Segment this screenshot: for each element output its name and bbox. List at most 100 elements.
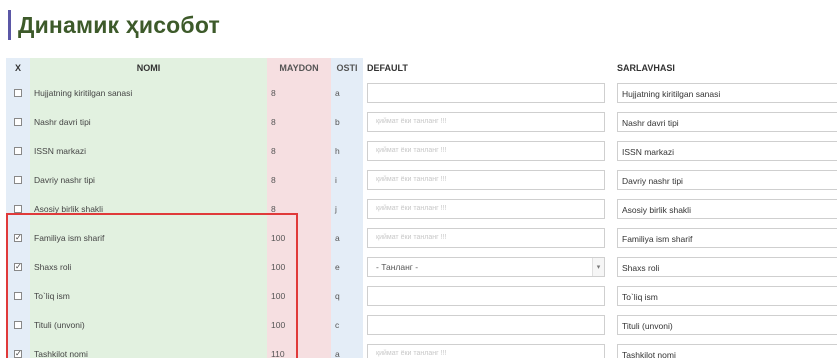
field-name: ISSN markazi bbox=[30, 136, 267, 165]
sarlavha-cell: Familiya ism sharif bbox=[613, 223, 837, 252]
row-checkbox-cell bbox=[6, 339, 30, 358]
default-value-input[interactable]: қиймат ёки танланг !!! bbox=[367, 169, 605, 190]
sarlavha-input[interactable]: To`liq ism bbox=[617, 285, 837, 306]
sarlavha-cell: Shaxs roli bbox=[613, 252, 837, 281]
field-name: Tituli (unvoni) bbox=[30, 310, 267, 339]
sarlavha-input[interactable]: Tituli (unvoni) bbox=[617, 314, 837, 335]
field-osti: j bbox=[331, 194, 363, 223]
default-value-input[interactable] bbox=[367, 285, 605, 306]
table-row: Davriy nashr tipi 8 i қиймат ёки танланг… bbox=[6, 165, 837, 194]
field-osti: i bbox=[331, 165, 363, 194]
row-checkbox[interactable] bbox=[14, 89, 22, 98]
row-checkbox-cell bbox=[6, 165, 30, 194]
row-checkbox-cell bbox=[6, 281, 30, 310]
sarlavha-cell: Hujjatning kiritilgan sanasi bbox=[613, 78, 837, 107]
page-header: Динамик ҳисобот bbox=[8, 8, 220, 42]
row-checkbox-cell bbox=[6, 252, 30, 281]
sarlavha-input[interactable]: ISSN markazi bbox=[617, 140, 837, 161]
default-cell bbox=[363, 310, 613, 339]
row-checkbox-checked[interactable] bbox=[14, 349, 22, 358]
default-cell: - Танланг - ▾ bbox=[363, 252, 613, 281]
field-maydon: 100 bbox=[267, 281, 331, 310]
default-cell bbox=[363, 281, 613, 310]
field-osti: c bbox=[331, 310, 363, 339]
field-maydon: 8 bbox=[267, 78, 331, 107]
sarlavha-cell: Tashkilot nomi bbox=[613, 339, 837, 358]
field-name: To`liq ism bbox=[30, 281, 267, 310]
field-osti: a bbox=[331, 78, 363, 107]
default-value-input[interactable] bbox=[367, 314, 605, 335]
row-checkbox-cell bbox=[6, 78, 30, 107]
field-name: Tashkilot nomi bbox=[30, 339, 267, 358]
field-osti: a bbox=[331, 223, 363, 252]
default-cell: қиймат ёки танланг !!! bbox=[363, 165, 613, 194]
field-maydon: 100 bbox=[267, 252, 331, 281]
sarlavha-input[interactable]: Hujjatning kiritilgan sanasi bbox=[617, 82, 837, 103]
field-name: Familiya ism sharif bbox=[30, 223, 267, 252]
sarlavha-input[interactable]: Davriy nashr tipi bbox=[617, 169, 837, 190]
col-header-sarlavhasi: SARLAVHASI bbox=[613, 58, 837, 78]
col-header-osti: OSTI bbox=[331, 58, 363, 78]
sarlavha-cell: Davriy nashr tipi bbox=[613, 165, 837, 194]
field-maydon: 8 bbox=[267, 165, 331, 194]
table-row: To`liq ism 100 q To`liq ism bbox=[6, 281, 837, 310]
default-cell: қиймат ёки танланг !!! bbox=[363, 223, 613, 252]
report-fields-table: X NOMI MAYDON OSTI DEFAULT SARLAVHASI Hu… bbox=[6, 58, 837, 358]
row-checkbox[interactable] bbox=[14, 205, 22, 214]
sarlavha-cell: Nashr davri tipi bbox=[613, 107, 837, 136]
sarlavha-input[interactable]: Tashkilot nomi bbox=[617, 343, 837, 358]
title-accent-bar bbox=[8, 10, 11, 40]
table-row: ISSN markazi 8 h қиймат ёки танланг !!! … bbox=[6, 136, 837, 165]
table-row: Asosiy birlik shakli 8 j қиймат ёки танл… bbox=[6, 194, 837, 223]
default-select-value: - Танланг - bbox=[376, 261, 419, 272]
field-name: Hujjatning kiritilgan sanasi bbox=[30, 78, 267, 107]
table-row: Tituli (unvoni) 100 c Tituli (unvoni) bbox=[6, 310, 837, 339]
field-osti: e bbox=[331, 252, 363, 281]
default-cell bbox=[363, 78, 613, 107]
row-checkbox[interactable] bbox=[14, 321, 22, 330]
default-cell: қиймат ёки танланг !!! bbox=[363, 136, 613, 165]
row-checkbox-cell bbox=[6, 194, 30, 223]
default-value-input[interactable]: қиймат ёки танланг !!! bbox=[367, 111, 605, 132]
field-maydon: 8 bbox=[267, 194, 331, 223]
default-cell: қиймат ёки танланг !!! bbox=[363, 107, 613, 136]
sarlavha-cell: Asosiy birlik shakli bbox=[613, 194, 837, 223]
default-value-input[interactable]: қиймат ёки танланг !!! bbox=[367, 198, 605, 219]
chevron-down-icon[interactable]: ▾ bbox=[592, 257, 604, 276]
default-value-input[interactable] bbox=[367, 82, 605, 103]
sarlavha-input[interactable]: Shaxs roli bbox=[617, 256, 837, 277]
field-name: Shaxs roli bbox=[30, 252, 267, 281]
sarlavha-cell: Tituli (unvoni) bbox=[613, 310, 837, 339]
sarlavha-input[interactable]: Nashr davri tipi bbox=[617, 111, 837, 132]
sarlavha-input[interactable]: Familiya ism sharif bbox=[617, 227, 837, 248]
default-value-input[interactable]: қиймат ёки танланг !!! bbox=[367, 227, 605, 248]
sarlavha-cell: ISSN markazi bbox=[613, 136, 837, 165]
row-checkbox[interactable] bbox=[14, 147, 22, 156]
field-name: Asosiy birlik shakli bbox=[30, 194, 267, 223]
field-osti: b bbox=[331, 107, 363, 136]
field-maydon: 100 bbox=[267, 310, 331, 339]
sarlavha-cell: To`liq ism bbox=[613, 281, 837, 310]
row-checkbox[interactable] bbox=[14, 292, 22, 301]
default-value-input[interactable]: қиймат ёки танланг !!! bbox=[367, 140, 605, 161]
field-maydon: 110 bbox=[267, 339, 331, 358]
col-header-x: X bbox=[6, 58, 30, 78]
col-header-maydon: MAYDON bbox=[267, 58, 331, 78]
sarlavha-input[interactable]: Asosiy birlik shakli bbox=[617, 198, 837, 219]
row-checkbox[interactable] bbox=[14, 118, 22, 127]
row-checkbox-checked[interactable] bbox=[14, 233, 22, 243]
default-cell: қиймат ёки танланг !!! bbox=[363, 339, 613, 358]
table-row: Nashr davri tipi 8 b қиймат ёки танланг … bbox=[6, 107, 837, 136]
row-checkbox-cell bbox=[6, 223, 30, 252]
page-title: Динамик ҳисобот bbox=[18, 11, 220, 38]
col-header-default: DEFAULT bbox=[363, 58, 613, 78]
default-select[interactable]: - Танланг - ▾ bbox=[367, 256, 605, 277]
row-checkbox-cell bbox=[6, 136, 30, 165]
field-maydon: 100 bbox=[267, 223, 331, 252]
field-maydon: 8 bbox=[267, 136, 331, 165]
row-checkbox[interactable] bbox=[14, 176, 22, 185]
default-value-input[interactable]: қиймат ёки танланг !!! bbox=[367, 343, 605, 358]
field-name: Davriy nashr tipi bbox=[30, 165, 267, 194]
row-checkbox-checked[interactable] bbox=[14, 262, 22, 272]
field-osti: a bbox=[331, 339, 363, 358]
